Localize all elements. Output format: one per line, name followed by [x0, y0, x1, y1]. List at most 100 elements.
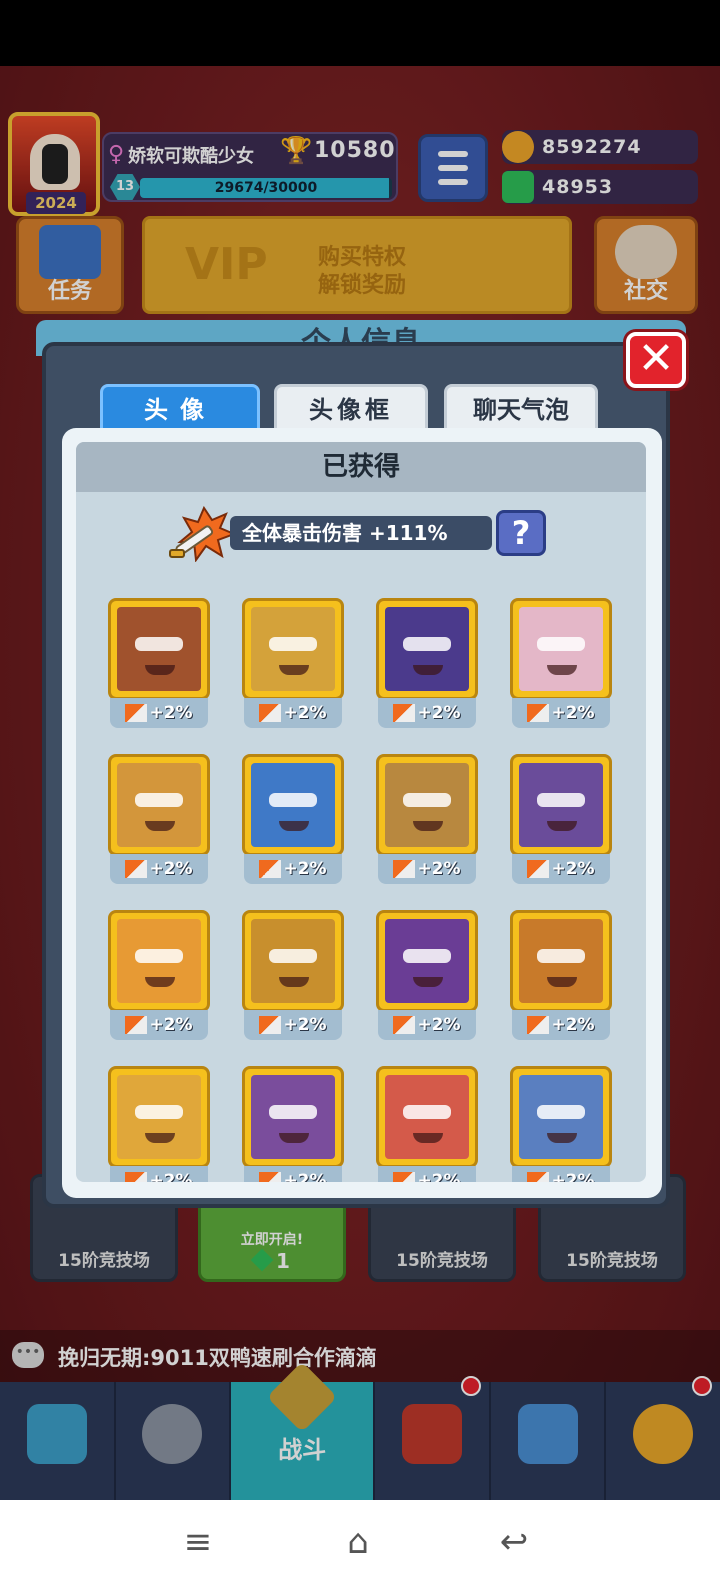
avatar-bonus-value: +2% [283, 859, 327, 879]
avatar-bonus: +2% [110, 854, 208, 884]
crit-sword-icon [259, 704, 282, 722]
avatar-item-helmet-soldier[interactable]: +2% [242, 598, 346, 734]
menu-icon[interactable]: ≡ [178, 1522, 218, 1562]
avatar-list-panel[interactable]: 已获得 全体暴击伤害 +111% ? +2% +2% +2% +2% +2% +2% +2%… [76, 442, 646, 1182]
avatar-item-dark-emperor[interactable]: +2% [510, 754, 614, 890]
avatar-frame [108, 598, 210, 700]
avatar-bonus: +2% [378, 854, 476, 884]
home-icon[interactable]: ⌂ [338, 1522, 378, 1562]
portrait-mouth [413, 821, 443, 831]
portrait-eyes [537, 793, 585, 807]
avatar-bonus-value: +2% [417, 1171, 461, 1182]
avatar-item-clown[interactable]: +2% [510, 598, 614, 734]
portrait-mouth [145, 821, 175, 831]
portrait-eyes [135, 1105, 183, 1119]
tab-avatar[interactable]: 头像 [100, 384, 260, 430]
crit-sword-icon [393, 860, 416, 878]
crit-sword-icon [393, 1016, 416, 1034]
portrait-eyes [403, 949, 451, 963]
avatar-portrait [117, 607, 201, 691]
portrait-mouth [547, 1133, 577, 1143]
portrait-eyes [537, 637, 585, 651]
avatar-item-tree-guard[interactable]: +2% [376, 754, 480, 890]
avatar-portrait [117, 1075, 201, 1159]
crit-sword-icon [125, 860, 148, 878]
portrait-mouth [413, 977, 443, 987]
help-button[interactable]: ? [496, 510, 546, 556]
avatar-bonus-value: +2% [149, 703, 193, 723]
avatar-frame [242, 910, 344, 1012]
avatar-item-hooded-mage[interactable]: +2% [242, 910, 346, 1046]
avatar-frame [510, 910, 612, 1012]
section-title: 已获得 [76, 442, 646, 492]
tab-avatar-frame[interactable]: 头像框 [274, 384, 428, 430]
crit-sword-icon [259, 1172, 282, 1182]
avatar-frame [376, 754, 478, 856]
avatar-frame [108, 754, 210, 856]
avatar-item-lava-golem[interactable]: +2% [108, 598, 212, 734]
avatar-bonus-value: +2% [417, 703, 461, 723]
total-bonus-row: 全体暴击伤害 +111% ? [166, 506, 546, 562]
portrait-mouth [279, 977, 309, 987]
portrait-eyes [135, 637, 183, 651]
portrait-eyes [269, 637, 317, 651]
avatar-item-bandit[interactable]: +2% [108, 754, 212, 890]
avatar-bonus: +2% [110, 698, 208, 728]
close-button[interactable]: ✕ [626, 332, 686, 388]
crit-sword-icon [527, 860, 550, 878]
portrait-mouth [413, 1133, 443, 1143]
portrait-mouth [547, 665, 577, 675]
avatar-item-chef[interactable]: +2% [108, 1066, 212, 1182]
avatar-item-commando[interactable]: +2% [510, 910, 614, 1046]
avatar-bonus-value: +2% [149, 1171, 193, 1182]
crit-sword-icon [125, 704, 148, 722]
crit-sword-icon [125, 1172, 148, 1182]
portrait-eyes [403, 1105, 451, 1119]
avatar-item-red-pirate[interactable]: +2% [376, 1066, 480, 1182]
avatar-bonus-value: +2% [551, 1015, 595, 1035]
avatar-bonus: +2% [110, 1010, 208, 1040]
avatar-portrait [385, 763, 469, 847]
portrait-mouth [145, 665, 175, 675]
avatar-portrait [251, 763, 335, 847]
avatar-item-octopus-pirate[interactable]: +2% [242, 1066, 346, 1182]
crit-sword-icon [259, 860, 282, 878]
tab-chat-bubble[interactable]: 聊天气泡 [444, 384, 598, 430]
system-navigation-bar: ≡ ⌂ ↩ [0, 1500, 720, 1584]
avatar-item-vampire[interactable]: +2% [376, 910, 480, 1046]
portrait-eyes [537, 949, 585, 963]
avatar-frame [376, 910, 478, 1012]
avatar-frame [510, 1066, 612, 1168]
avatar-bonus: +2% [378, 698, 476, 728]
total-crit-bonus: 全体暴击伤害 +111% [230, 516, 492, 550]
portrait-mouth [145, 1133, 175, 1143]
portrait-eyes [269, 949, 317, 963]
avatar-bonus-value: +2% [551, 703, 595, 723]
avatar-item-mecha-knight[interactable]: +2% [510, 1066, 614, 1182]
avatar-item-frost-king[interactable]: +2% [242, 754, 346, 890]
avatar-frame [108, 1066, 210, 1168]
avatar-bonus: +2% [378, 1010, 476, 1040]
portrait-mouth [279, 821, 309, 831]
portrait-eyes [403, 793, 451, 807]
avatar-portrait [519, 763, 603, 847]
avatar-bonus-value: +2% [551, 859, 595, 879]
avatar-item-caesar[interactable]: +2% [108, 910, 212, 1046]
crit-sword-icon [125, 1016, 148, 1034]
back-icon[interactable]: ↩ [494, 1522, 534, 1562]
avatar-frame [376, 598, 478, 700]
portrait-mouth [547, 821, 577, 831]
avatar-item-anubis[interactable]: +2% [376, 598, 480, 734]
avatar-frame [376, 1066, 478, 1168]
avatar-bonus-value: +2% [149, 859, 193, 879]
crit-sword-icon [393, 1172, 416, 1182]
avatar-portrait [519, 919, 603, 1003]
crit-sword-icon [259, 1016, 282, 1034]
avatar-bonus-value: +2% [417, 859, 461, 879]
portrait-mouth [279, 1133, 309, 1143]
profile-modal: 头像 头像框 聊天气泡 已获得 全体暴击伤害 +111% ? +2% +2% +2%… [42, 342, 670, 1208]
avatar-bonus-value: +2% [149, 1015, 193, 1035]
avatar-portrait [385, 607, 469, 691]
portrait-eyes [135, 793, 183, 807]
avatar-bonus-value: +2% [283, 1015, 327, 1035]
